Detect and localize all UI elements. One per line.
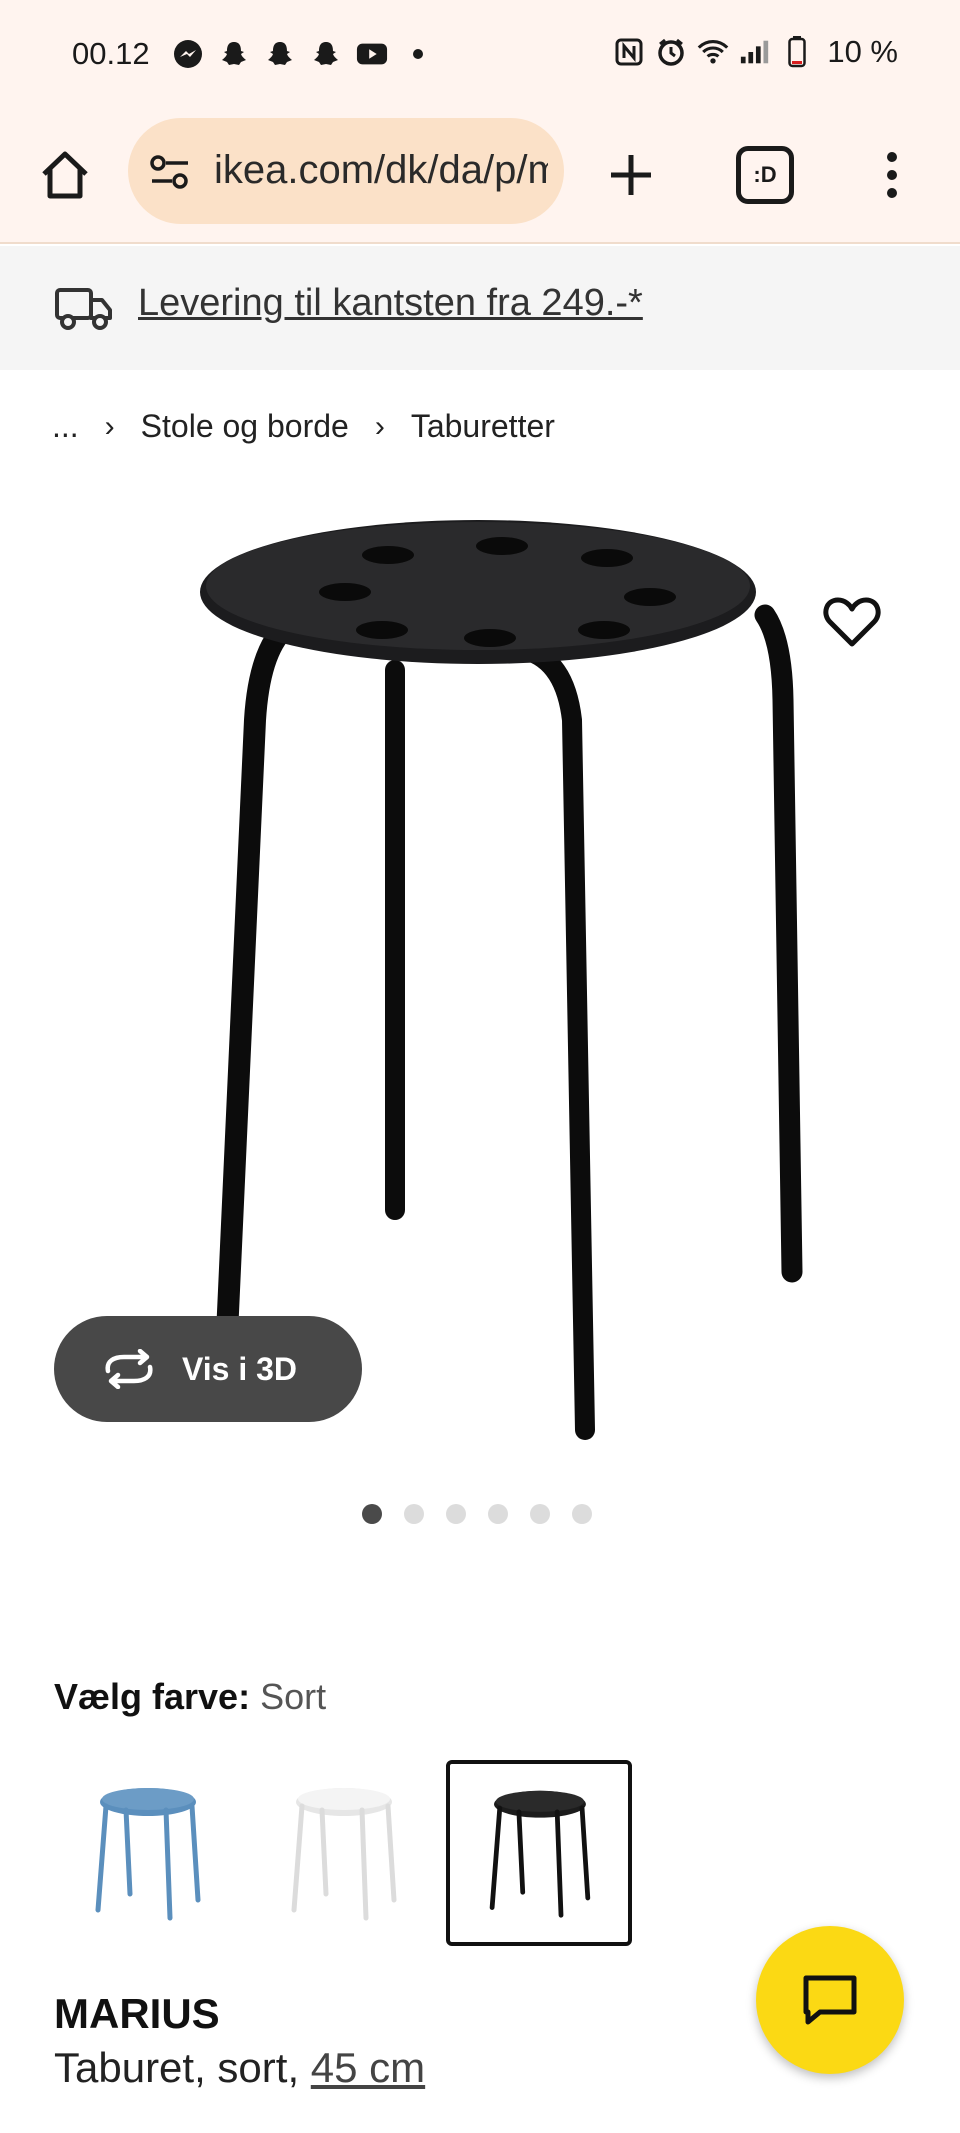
breadcrumb-ellipsis[interactable]: ... (52, 408, 79, 445)
chevron-right-icon: › (104, 409, 115, 443)
youtube-icon (356, 38, 388, 70)
chat-icon (803, 1975, 857, 2025)
color-heading: Vælg farve: Sort (54, 1676, 326, 1718)
carousel-dot[interactable] (530, 1504, 550, 1524)
battery-percent: 10 % (827, 34, 898, 69)
battery-icon (781, 36, 813, 68)
color-swatch-black[interactable] (446, 1760, 632, 1946)
carousel-dot[interactable] (488, 1504, 508, 1524)
color-swatch-white[interactable] (250, 1760, 436, 1946)
color-swatch-blue[interactable] (54, 1760, 240, 1946)
truck-icon (55, 288, 112, 330)
heart-icon (823, 597, 881, 647)
carousel-dot[interactable] (362, 1504, 382, 1524)
view-3d-label: Vis i 3D (182, 1350, 298, 1387)
carousel-dot[interactable] (404, 1504, 424, 1524)
notification-icons (172, 38, 434, 70)
chevron-right-icon: › (374, 409, 385, 443)
carousel-indicator (362, 1504, 592, 1524)
dot-icon (402, 38, 434, 70)
snapchat-icon (310, 38, 342, 70)
url-text: ikea.com/dk/da/p/marius (214, 148, 548, 192)
system-icons: 10 % (613, 34, 898, 70)
delivery-banner: Levering til kantsten fra 249.-* (0, 246, 960, 370)
alarm-icon (655, 36, 687, 68)
size-link[interactable]: 45 cm (311, 2044, 425, 2091)
carousel-dot[interactable] (572, 1504, 592, 1524)
snapchat-icon (264, 38, 296, 70)
status-bar: 00.12 10 % (0, 0, 960, 112)
snapchat-icon (218, 38, 250, 70)
delivery-link[interactable]: Levering til kantsten fra 249.-* (138, 282, 643, 325)
plus-icon (611, 155, 651, 195)
color-selected-value: Sort (260, 1676, 327, 1717)
breadcrumb-item-taburetter[interactable]: Taburetter (411, 408, 555, 445)
tab-switcher-button[interactable]: :D (736, 146, 794, 204)
breadcrumb: ... › Stole og borde › Taburetter (52, 408, 555, 445)
nfc-icon (613, 36, 645, 68)
address-bar[interactable]: ikea.com/dk/da/p/marius (128, 118, 564, 224)
menu-dot (887, 170, 897, 180)
product-name: MARIUS (54, 1990, 220, 2037)
home-icon (42, 151, 88, 199)
browser-toolbar: ikea.com/dk/da/p/marius :D (0, 112, 960, 244)
status-time: 00.12 (72, 36, 150, 71)
menu-dot (887, 152, 897, 162)
carousel-dot[interactable] (446, 1504, 466, 1524)
color-heading-label: Vælg farve: (54, 1676, 251, 1717)
messenger-icon (172, 38, 204, 70)
signal-icon (739, 36, 771, 68)
breadcrumb-item-stole-og-borde[interactable]: Stole og borde (141, 408, 349, 445)
chat-button[interactable] (756, 1926, 904, 2074)
wifi-icon (697, 36, 729, 68)
new-tab-button[interactable] (596, 140, 666, 210)
favorite-button[interactable] (822, 592, 882, 652)
view-3d-button[interactable]: Vis i 3D (54, 1316, 362, 1422)
product-desc-text: Taburet, sort, (54, 2044, 311, 2091)
site-settings-icon[interactable] (148, 151, 192, 195)
menu-dot (887, 188, 897, 198)
more-menu-button[interactable] (872, 140, 912, 210)
product-description: Taburet, sort, 45 cm (54, 2044, 425, 2092)
home-button[interactable] (30, 140, 100, 210)
rotate-3d-icon (105, 1349, 153, 1389)
